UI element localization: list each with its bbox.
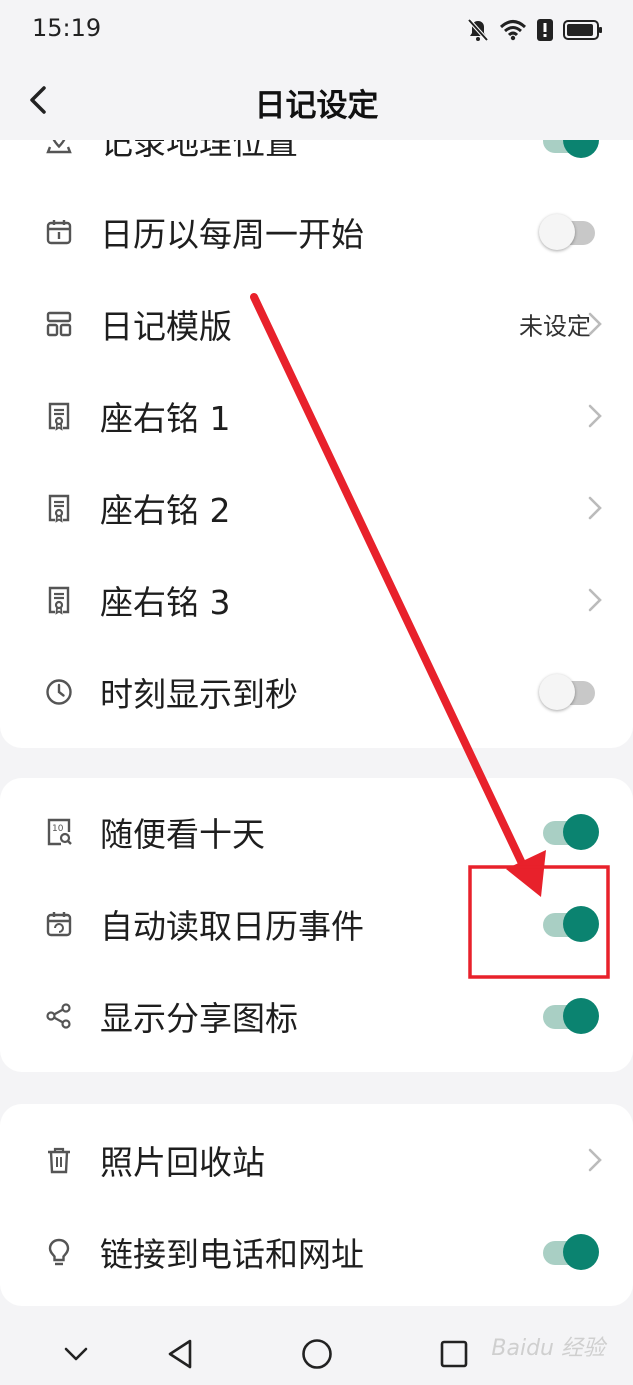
location-icon [46, 140, 72, 154]
setting-week-start-monday[interactable]: 日历以每周一开始 [0, 186, 633, 278]
trash-icon [48, 1147, 70, 1174]
setting-label: 链接到电话和网址 [100, 1235, 364, 1274]
nav-home-button[interactable] [297, 1334, 337, 1374]
bell-off-icon [467, 18, 489, 42]
chevron-down-icon [64, 1347, 88, 1361]
nav-back-button[interactable] [160, 1334, 200, 1374]
toggle-auto-read-calendar[interactable] [539, 903, 599, 945]
setting-link-phone-url[interactable]: 链接到电话和网址 [0, 1206, 633, 1298]
setting-auto-read-calendar-events[interactable]: 自动读取日历事件 [0, 878, 633, 970]
toggle-week-start[interactable] [539, 211, 599, 253]
setting-motto-1[interactable]: 座右铭 1 [0, 370, 633, 462]
share-icon [46, 1003, 71, 1029]
toggle-ten-days[interactable] [539, 811, 599, 853]
setting-label: 座右铭 1 [100, 399, 231, 438]
status-bar: 15:19 [0, 0, 633, 62]
title-bar: 日记设定 [0, 62, 633, 140]
setting-show-seconds[interactable]: 时刻显示到秒 [0, 646, 633, 738]
setting-label: 自动读取日历事件 [100, 907, 364, 946]
nav-collapse-button[interactable] [56, 1334, 96, 1374]
toggle-share-icon[interactable] [539, 995, 599, 1037]
settings-card-misc: 照片回收站 链接到电话和网址 [0, 1104, 633, 1306]
ten-days-icon: 10 [47, 818, 72, 846]
setting-label: 记录地理位置 [100, 140, 298, 162]
setting-label: 日记模版 [100, 307, 232, 346]
circle-home-icon [302, 1339, 332, 1369]
setting-diary-template[interactable]: 日记模版 未设定 [0, 278, 633, 370]
lightbulb-icon [48, 1238, 70, 1266]
setting-label: 座右铭 2 [100, 491, 231, 530]
clock-icon [46, 679, 72, 705]
toggle-show-seconds[interactable] [539, 671, 599, 713]
battery-icon [563, 20, 602, 40]
toggle-link-phone-url[interactable] [539, 1231, 599, 1273]
settings-card-display: 10 随便看十天 自动读取日历事件 显示分享图标 [0, 778, 633, 1072]
square-recents-icon [440, 1340, 468, 1368]
chevron-right-icon [588, 496, 602, 520]
page-title: 日记设定 [254, 88, 379, 124]
settings-list[interactable]: 记录地理位置 日历以每周一开始 日记模版 未设定 座右铭 1 座右铭 2 座右铭… [0, 140, 633, 1320]
svg-text:10: 10 [52, 824, 64, 834]
chevron-right-icon [588, 312, 602, 336]
setting-motto-3[interactable]: 座右铭 3 [0, 554, 633, 646]
template-value: 未设定 [519, 312, 591, 341]
certificate-icon [48, 494, 70, 523]
nav-recents-button[interactable] [434, 1334, 474, 1374]
setting-label: 座右铭 3 [100, 583, 231, 622]
triangle-back-icon [168, 1339, 192, 1369]
status-time: 15:19 [32, 14, 102, 42]
setting-browse-ten-days[interactable]: 10 随便看十天 [0, 786, 633, 878]
calendar-event-icon [46, 912, 72, 937]
setting-label: 随便看十天 [100, 815, 265, 854]
template-icon [46, 311, 72, 337]
setting-label: 照片回收站 [100, 1143, 265, 1182]
toggle-location[interactable] [539, 140, 599, 161]
alert-icon [537, 19, 553, 41]
calendar-icon [46, 220, 72, 245]
certificate-icon [48, 402, 70, 431]
chevron-right-icon [588, 1148, 602, 1172]
setting-show-share-icon[interactable]: 显示分享图标 [0, 970, 633, 1062]
setting-label: 显示分享图标 [100, 999, 298, 1038]
chevron-right-icon [588, 404, 602, 428]
setting-location[interactable]: 记录地理位置 [0, 140, 633, 186]
setting-photo-trash[interactable]: 照片回收站 [0, 1114, 633, 1206]
chevron-right-icon [588, 588, 602, 612]
setting-motto-2[interactable]: 座右铭 2 [0, 462, 633, 554]
setting-label: 时刻显示到秒 [100, 675, 298, 714]
setting-label: 日历以每周一开始 [100, 215, 364, 254]
watermark: Baidu 经验 [491, 1336, 605, 1361]
settings-card-general: 记录地理位置 日历以每周一开始 日记模版 未设定 座右铭 1 座右铭 2 座右铭… [0, 140, 633, 748]
certificate-icon [48, 586, 70, 615]
wifi-icon [499, 20, 527, 41]
